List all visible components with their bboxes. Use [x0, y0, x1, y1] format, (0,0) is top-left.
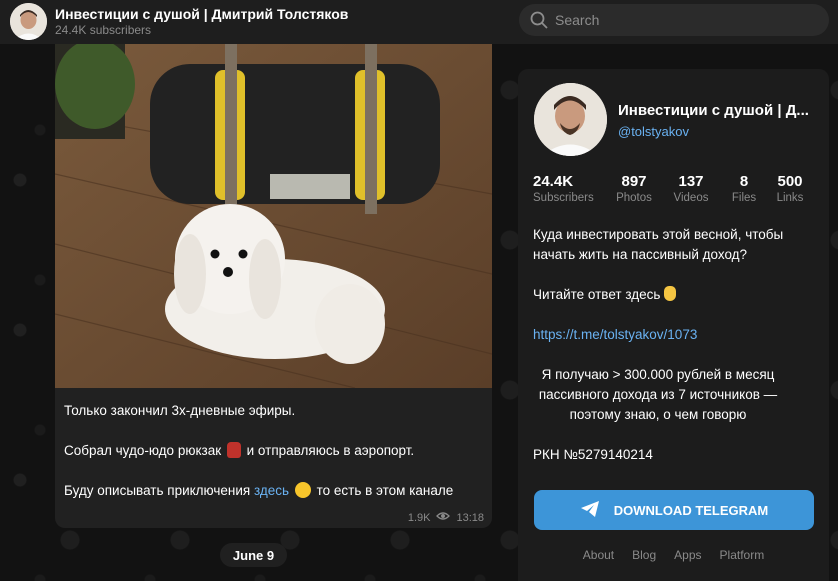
channel-stats: 24.4K Subscribers 897 Photos 137 Videos …	[533, 173, 823, 213]
download-label: DOWNLOAD TELEGRAM	[613, 502, 769, 518]
search-icon	[529, 10, 549, 30]
message-text: Только закончил 3х-дневные эфиры. Собрал…	[64, 401, 484, 521]
telegram-plane-icon	[580, 500, 600, 521]
pointing-down-emoji-icon	[664, 286, 677, 301]
desc-paragraph-1: Куда инвестировать этой весной, чтобы на…	[533, 227, 784, 262]
footer-link-blog[interactable]: Blog	[632, 548, 656, 562]
channel-avatar[interactable]	[10, 3, 47, 40]
message-meta: 1.9K 13:18	[408, 511, 484, 524]
backpack-emoji-icon	[226, 442, 241, 458]
message-link-here[interactable]: здесь	[254, 483, 289, 498]
footer-link-apps[interactable]: Apps	[674, 548, 701, 562]
channel-header[interactable]: Инвестиции с душой | Дмитрий Толстяков 2…	[0, 0, 838, 44]
search-input[interactable]	[555, 12, 815, 28]
stat-subscribers[interactable]: 24.4K Subscribers	[533, 173, 597, 204]
message-line-1: Только закончил 3х-дневные эфиры.	[64, 403, 296, 418]
desc-paragraph-3: Я получаю > 300.000 рублей в месяц пасси…	[538, 367, 778, 422]
subscriber-count: 24.4K subscribers	[55, 23, 152, 37]
message-photo[interactable]	[55, 44, 492, 389]
channel-description: Куда инвестировать этой весной, чтобы на…	[533, 225, 818, 465]
desc-paragraph-2: Читайте ответ здесь	[533, 287, 661, 302]
channel-info-panel: Инвестиции с душой | Д... @tolstyakov 24…	[518, 69, 829, 581]
channel-handle[interactable]: @tolstyakov	[618, 124, 689, 139]
download-telegram-button[interactable]: DOWNLOAD TELEGRAM	[534, 490, 814, 530]
desc-paragraph-4: РКН №5279140214	[533, 447, 653, 462]
footer-link-platform[interactable]: Platform	[720, 548, 765, 562]
message-line-2b: и отправляюсь в аэропорт.	[246, 443, 415, 458]
message-line-3: Буду описывать приключения	[64, 483, 251, 498]
footer-link-about[interactable]: About	[583, 548, 614, 562]
message-time: 13:18	[456, 511, 484, 524]
channel-avatar-large[interactable]	[534, 83, 607, 156]
eye-icon	[436, 511, 451, 524]
stat-videos[interactable]: 137 Videos	[669, 173, 713, 204]
channel-title[interactable]: Инвестиции с душой | Дмитрий Толстяков	[55, 6, 348, 22]
message-bubble: Только закончил 3х-дневные эфиры. Собрал…	[55, 44, 492, 528]
message-line-2: Собрал чудо-юдо рюкзак	[64, 443, 222, 458]
view-count: 1.9K	[407, 511, 431, 524]
desc-link[interactable]: https://t.me/tolstyakov/1073	[533, 325, 818, 345]
stat-photos[interactable]: 897 Photos	[613, 173, 655, 204]
date-separator: June 9	[220, 543, 287, 567]
smile-emoji-icon	[294, 482, 311, 498]
stat-links[interactable]: 500 Links	[773, 173, 807, 204]
message-line-3b: то есть в этом канале	[316, 483, 454, 498]
search-bar[interactable]	[519, 4, 829, 36]
panel-channel-title: Инвестиции с душой | Д...	[618, 102, 809, 119]
footer-links: About Blog Apps Platform	[518, 548, 829, 562]
stat-files[interactable]: 8 Files	[723, 173, 765, 204]
